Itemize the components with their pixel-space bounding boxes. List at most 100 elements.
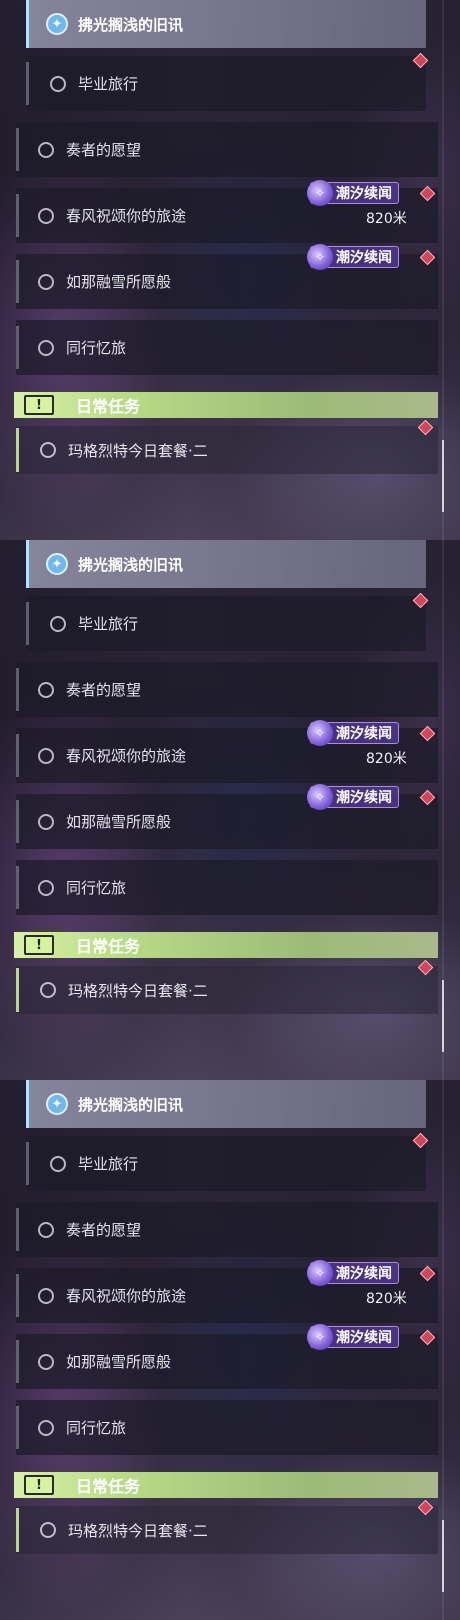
daily-quest-bar <box>16 1508 19 1552</box>
distance-readout: 820米 <box>366 1291 407 1307</box>
quest-status-circle-icon <box>38 1419 54 1436</box>
daily-header-label: 日常任务 <box>76 937 141 956</box>
daily-quest-header[interactable]: ! 日常任务 <box>14 932 438 958</box>
daily-header-label: 日常任务 <box>76 1477 141 1496</box>
navigation-star-icon: ✦ <box>46 553 68 575</box>
quest-item[interactable]: 毕业旅行 <box>26 1136 426 1191</box>
quest-status-circle-icon <box>38 339 54 356</box>
quest-item-label: 同行忆旅 <box>66 339 127 357</box>
scrollbar-thumb[interactable] <box>442 440 444 512</box>
daily-quest-label: 玛格烈特今日套餐·二 <box>68 981 208 1000</box>
tidal-emblem-icon: ✧ <box>307 244 333 270</box>
scrollbar[interactable] <box>442 0 444 540</box>
pinned-quest[interactable]: ✦ 拂光搁浅的旧讯 <box>26 540 426 588</box>
quest-status-circle-icon <box>50 1155 66 1172</box>
quest-item-bar <box>16 194 19 237</box>
daily-quest-header[interactable]: ! 日常任务 <box>14 1472 438 1498</box>
tidal-tag: ✧ 潮汐续闻 <box>307 1260 399 1286</box>
quest-status-circle-icon <box>40 1522 56 1538</box>
pinned-quest-title: 拂光搁浅的旧讯 <box>78 555 184 574</box>
tag-label: 潮汐续闻 <box>336 1330 392 1346</box>
quest-item-bar <box>26 62 29 105</box>
quest-item[interactable]: 奏者的愿望 <box>16 662 438 717</box>
daily-quest-header[interactable]: ! 日常任务 <box>14 392 438 418</box>
pinned-quest[interactable]: ✦ 拂光搁浅的旧讯 <box>26 0 426 48</box>
exclamation-icon: ! <box>24 1475 54 1495</box>
quest-status-circle-icon <box>40 442 56 458</box>
quest-item[interactable]: 同行忆旅 <box>16 1400 438 1455</box>
quest-item[interactable]: 同行忆旅 <box>16 860 438 915</box>
daily-quest-item[interactable]: 玛格烈特今日套餐·二 <box>16 966 438 1014</box>
daily-quest-bar <box>16 968 19 1012</box>
quest-status-circle-icon <box>40 982 56 998</box>
quest-panel-2: ✦ 拂光搁浅的旧讯 毕业旅行 奏者的愿望 春风祝颂你的旅途 ✧ 潮汐续闻 820… <box>0 540 460 1080</box>
quest-panel-3: ✦ 拂光搁浅的旧讯 毕业旅行 奏者的愿望 春风祝颂你的旅途 ✧ 潮汐续闻 820… <box>0 1080 460 1620</box>
pinned-quest-title: 拂光搁浅的旧讯 <box>78 15 184 34</box>
quest-item[interactable]: 同行忆旅 <box>16 320 438 375</box>
daily-header-label: 日常任务 <box>76 397 141 416</box>
quest-status-circle-icon <box>38 879 54 896</box>
quest-status-circle-icon <box>38 813 54 830</box>
daily-quest-label: 玛格烈特今日套餐·二 <box>68 441 208 460</box>
quest-status-circle-icon <box>38 1353 54 1370</box>
exclamation-icon: ! <box>24 395 54 415</box>
quest-item-label: 毕业旅行 <box>78 615 139 633</box>
tidal-emblem-icon: ✧ <box>307 180 333 206</box>
tidal-tag: ✧ 潮汐续闻 <box>307 784 399 810</box>
quest-item-label: 毕业旅行 <box>78 75 139 93</box>
pinned-quest[interactable]: ✦ 拂光搁浅的旧讯 <box>26 1080 426 1128</box>
quest-item-label: 如那融雪所愿般 <box>66 813 172 831</box>
tidal-tag: ✧ 潮汐续闻 <box>307 180 399 206</box>
quest-item-label: 春风祝颂你的旅途 <box>66 207 187 225</box>
quest-item-bar <box>26 1142 29 1185</box>
quest-item-bar <box>16 128 19 171</box>
distance-readout: 820米 <box>366 751 407 767</box>
quest-item-label: 春风祝颂你的旅途 <box>66 747 187 765</box>
quest-item-bar <box>16 668 19 711</box>
quest-item-label: 同行忆旅 <box>66 1419 127 1437</box>
quest-item-label: 奏者的愿望 <box>66 681 142 699</box>
tag-label: 潮汐续闻 <box>336 1266 392 1282</box>
quest-item-label: 同行忆旅 <box>66 879 127 897</box>
quest-item-label: 如那融雪所愿般 <box>66 1353 172 1371</box>
quest-item-bar <box>16 1406 19 1449</box>
distance-readout: 820米 <box>366 211 407 227</box>
quest-status-circle-icon <box>38 747 54 764</box>
quest-item-label: 奏者的愿望 <box>66 141 142 159</box>
quest-item-bar <box>16 1274 19 1317</box>
tidal-tag: ✧ 潮汐续闻 <box>307 720 399 746</box>
quest-item-bar <box>16 1208 19 1251</box>
tidal-emblem-icon: ✧ <box>307 784 333 810</box>
tidal-tag: ✧ 潮汐续闻 <box>307 244 399 270</box>
exclamation-icon: ! <box>24 935 54 955</box>
quest-status-circle-icon <box>38 681 54 698</box>
pinned-quest-title: 拂光搁浅的旧讯 <box>78 1095 184 1114</box>
tidal-tag: ✧ 潮汐续闻 <box>307 1324 399 1350</box>
scrollbar-thumb[interactable] <box>442 980 444 1052</box>
quest-item[interactable]: 奏者的愿望 <box>16 122 438 177</box>
quest-status-circle-icon <box>38 273 54 290</box>
tag-label: 潮汐续闻 <box>336 186 392 202</box>
quest-item[interactable]: 毕业旅行 <box>26 56 426 111</box>
daily-quest-bar <box>16 428 19 472</box>
scrollbar[interactable] <box>442 1080 444 1620</box>
scrollbar-thumb[interactable] <box>442 1520 444 1592</box>
quest-item-label: 如那融雪所愿般 <box>66 273 172 291</box>
tag-label: 潮汐续闻 <box>336 726 392 742</box>
quest-status-circle-icon <box>50 615 66 632</box>
quest-item[interactable]: 奏者的愿望 <box>16 1202 438 1257</box>
pinned-accent-bar <box>26 0 29 48</box>
quest-item-bar <box>26 602 29 645</box>
quest-item[interactable]: 毕业旅行 <box>26 596 426 651</box>
quest-panel-1: ✦ 拂光搁浅的旧讯 毕业旅行 奏者的愿望 春风祝颂你的旅途 ✧ 潮汐续闻 820… <box>0 0 460 540</box>
tag-label: 潮汐续闻 <box>336 790 392 806</box>
quest-item-bar <box>16 326 19 369</box>
tidal-emblem-icon: ✧ <box>307 720 333 746</box>
quest-item-bar <box>16 866 19 909</box>
pinned-accent-bar <box>26 540 29 588</box>
daily-quest-item[interactable]: 玛格烈特今日套餐·二 <box>16 426 438 474</box>
quest-status-circle-icon <box>50 75 66 92</box>
daily-quest-item[interactable]: 玛格烈特今日套餐·二 <box>16 1506 438 1554</box>
pinned-accent-bar <box>26 1080 29 1128</box>
scrollbar[interactable] <box>442 540 444 1080</box>
